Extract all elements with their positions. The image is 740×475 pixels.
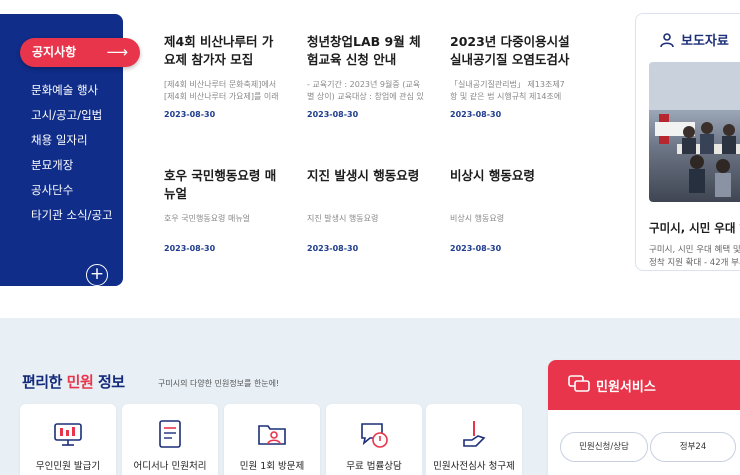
notice-summary: 호우 국민행동요령 매뉴얼	[164, 214, 251, 223]
notice-title[interactable]: 지진 발생시 행동요령	[307, 167, 427, 205]
sidebar-active-label: 공지사항	[32, 45, 77, 59]
notice-summary: [제4회 비산나루터 문화축제]에서 [제4회 비산나루터 가요제]를 이래	[164, 80, 279, 101]
notice-date: 2023-08-30	[164, 244, 216, 253]
civil-info-subtitle: 구미시의 다양한 민원정보를 한눈에!	[158, 379, 280, 388]
notice-title[interactable]: 2023년 다중이용시설 실내공기질 오염도검사	[450, 33, 570, 71]
sidebar-item-culture-events[interactable]: 문화예술 행사	[31, 78, 113, 103]
notice-item[interactable]: 호우 국민행동요령 매뉴얼 호우 국민행동요령 매뉴얼 2023-08-30	[164, 167, 284, 253]
notice-date: 2023-08-30	[450, 110, 502, 119]
unmanned-kiosk-card[interactable]: 무인민원 발급기	[20, 404, 116, 475]
sidebar-item-jobs[interactable]: 채용 일자리	[31, 128, 113, 153]
press-release-title[interactable]: 구미시, 시민 우대 혜	[649, 220, 740, 236]
notice-item[interactable]: 비상시 행동요령 비상시 행동요령 2023-08-30	[450, 167, 570, 253]
press-release-heading: 보도자료	[659, 30, 729, 49]
civil-info-title: 편리한 민원 정보	[22, 371, 125, 392]
pre-review-card[interactable]: 민원사전심사 청구제	[426, 404, 522, 475]
civil-service-header: 민원서비스	[548, 360, 740, 410]
arrow-right-icon: ⟶	[106, 43, 128, 61]
sidebar-item-public-notice[interactable]: 고시/공고/입법	[31, 103, 113, 128]
sidebar-item-grave-relocation[interactable]: 분묘개장	[31, 153, 113, 178]
press-release-summary-line: 정착 지원 확대 - 42개 부서	[649, 258, 740, 268]
notice-item[interactable]: 청년창업LAB 9월 체험교육 신청 안내 - 교육기간 : 2023년 9월중…	[307, 33, 427, 119]
notice-date: 2023-08-30	[307, 110, 359, 119]
civil-info-title-highlight: 민원	[66, 373, 94, 391]
legal-consult-label: 무료 법률상담	[346, 461, 402, 472]
more-plus-icon[interactable]: +	[86, 264, 108, 286]
unmanned-kiosk-label: 무인민원 발급기	[35, 461, 101, 472]
notice-title[interactable]: 청년창업LAB 9월 체험교육 신청 안내	[307, 33, 427, 71]
one-visit-label: 민원 1회 방문제	[239, 461, 305, 472]
sidebar-list: 문화예술 행사 고시/공고/입법 채용 일자리 분묘개장 공사단수 타기관 소식…	[31, 78, 113, 228]
notice-date: 2023-08-30	[450, 244, 502, 253]
sidebar-item-other-agency-news[interactable]: 타기관 소식/공고	[31, 203, 113, 228]
notice-summary: 「실내공기질관리법」 제13조제7항 및 같은 법 시행규칙 제14조에	[450, 80, 565, 101]
civil-service-title: 민원서비스	[596, 380, 656, 395]
person-icon	[660, 32, 674, 47]
notice-title[interactable]: 호우 국민행동요령 매뉴얼	[164, 167, 284, 205]
notice-title[interactable]: 비상시 행동요령	[450, 167, 570, 205]
civil-service-panel: 민원서비스 민원신청/상담 정부24	[548, 360, 740, 475]
notice-item[interactable]: 2023년 다중이용시설 실내공기질 오염도검사 「실내공기질관리법」 제13조…	[450, 33, 570, 119]
press-photo[interactable]	[649, 62, 740, 202]
one-visit-card[interactable]: 민원 1회 방문제	[224, 404, 320, 475]
sidebar-item-water-outage[interactable]: 공사단수	[31, 178, 113, 203]
document-icon	[159, 420, 181, 448]
civil-info-title-part: 정보	[97, 373, 125, 391]
press-release-summary: 구미시, 시민 우대 혜택 및 정착 지원 확대 - 42개 부서	[649, 244, 740, 270]
press-release-card[interactable]: 보도자료 구미시, 시민 우대 혜 구미시, 시민 우대 혜택 및 정착 지원 …	[635, 13, 740, 271]
sidebar-item-notice-active[interactable]: 공지사항 ⟶	[20, 38, 140, 67]
notice-date: 2023-08-30	[164, 110, 216, 119]
kiosk-icon	[54, 423, 82, 446]
press-release-summary-line: 구미시, 시민 우대 혜택 및	[649, 245, 740, 255]
pre-review-label: 민원사전심사 청구제	[433, 461, 515, 472]
notice-date: 2023-08-30	[307, 244, 359, 253]
chat-bubble-icon	[361, 423, 388, 448]
chat-icon	[568, 375, 590, 392]
civil-info-title-part: 편리한	[22, 373, 62, 391]
anywhere-service-card[interactable]: 어디서나 민원처리	[122, 404, 218, 475]
press-release-heading-label: 보도자료	[681, 34, 729, 49]
notice-item[interactable]: 지진 발생시 행동요령 지진 발생시 행동요령 2023-08-30	[307, 167, 427, 253]
civil-application-button[interactable]: 민원신청/상담	[560, 432, 648, 462]
page: 공지사항 ⟶ 문화예술 행사 고시/공고/입법 채용 일자리 분묘개장 공사단수…	[0, 0, 740, 475]
person-folder-icon	[258, 425, 286, 445]
anywhere-service-label: 어디서나 민원처리	[133, 461, 207, 472]
gov24-button[interactable]: 정부24	[650, 432, 736, 462]
hand-pen-icon	[463, 421, 486, 447]
notice-title[interactable]: 제4회 비산나루터 가요제 참가자 모집	[164, 33, 284, 71]
notice-summary: 지진 발생시 행동요령	[307, 214, 379, 223]
notice-item[interactable]: 제4회 비산나루터 가요제 참가자 모집 [제4회 비산나루터 문화축제]에서 …	[164, 33, 284, 119]
notice-summary: - 교육기간 : 2023년 9월중 (교육별 상이) 교육대상 : 창업에 관…	[307, 80, 424, 101]
notice-category-sidebar: 공지사항 ⟶ 문화예술 행사 고시/공고/입법 채용 일자리 분묘개장 공사단수…	[0, 14, 140, 286]
legal-consult-card[interactable]: 무료 법률상담	[326, 404, 422, 475]
notice-summary: 비상시 행동요령	[450, 214, 505, 223]
